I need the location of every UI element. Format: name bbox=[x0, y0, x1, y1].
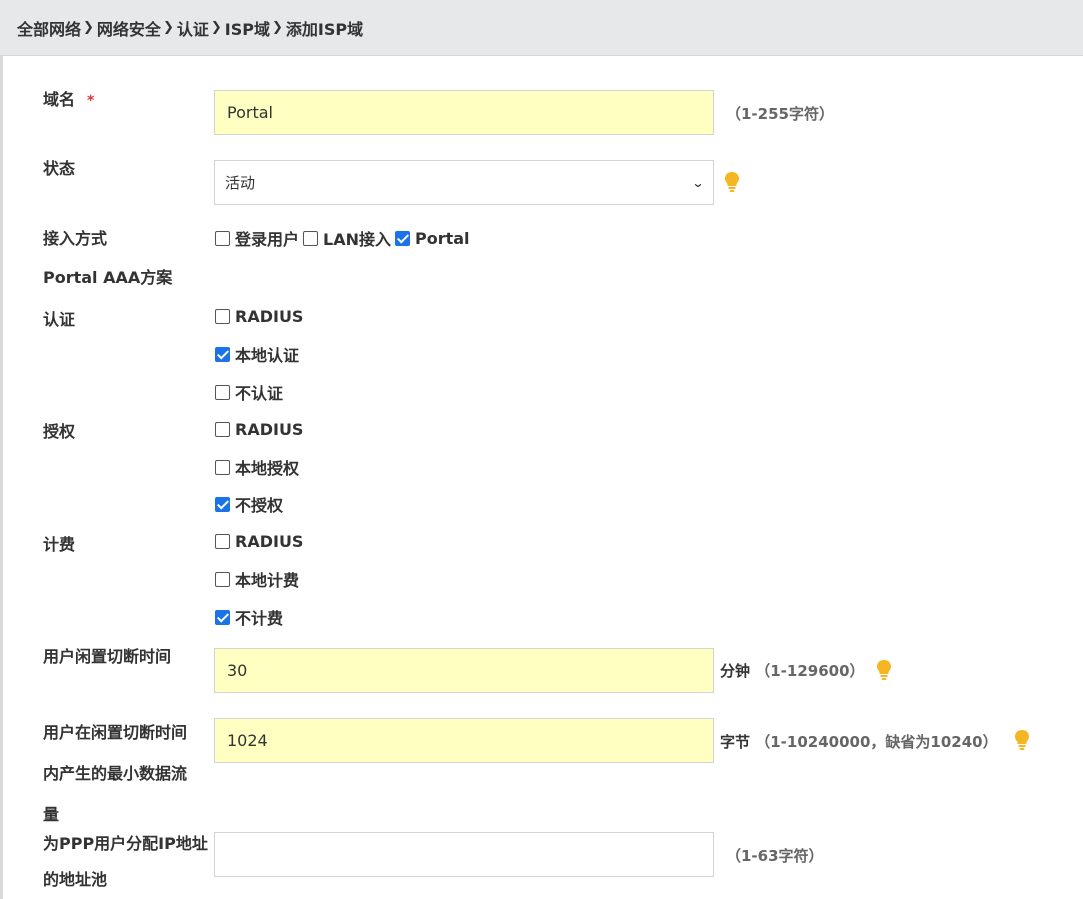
status-label: 状态 bbox=[43, 159, 76, 178]
idle-cut-time-unit: 分钟 bbox=[720, 662, 751, 680]
option-label: 不认证 bbox=[235, 384, 284, 403]
auth-local[interactable]: 本地认证 bbox=[215, 343, 299, 365]
checkbox[interactable] bbox=[215, 571, 230, 587]
access-method-portal[interactable]: Portal bbox=[395, 229, 470, 248]
lightbulb-icon[interactable] bbox=[877, 660, 891, 680]
option-label: LAN接入 bbox=[323, 230, 391, 249]
option-label: RADIUS bbox=[235, 306, 304, 326]
breadcrumb-item-add-isp-domain: 添加ISP域 bbox=[285, 19, 364, 39]
label-line: 的地址池 bbox=[43, 870, 108, 889]
access-method-label: 接入方式 bbox=[43, 229, 108, 248]
breadcrumb-item-all-network[interactable]: 全部网络 bbox=[17, 16, 81, 40]
checkbox[interactable] bbox=[215, 459, 230, 475]
domain-name-value: Portal bbox=[227, 103, 273, 122]
idle-min-traffic-value: 1024 bbox=[227, 731, 268, 750]
acct-local[interactable]: 本地计费 bbox=[215, 568, 299, 590]
option-label: 本地计费 bbox=[235, 571, 300, 590]
option-label: RADIUS bbox=[235, 531, 304, 551]
checkbox[interactable] bbox=[215, 230, 230, 246]
label-line: 用户在闲置切断时间 bbox=[43, 723, 188, 742]
checkbox[interactable] bbox=[215, 346, 230, 362]
label-line: 内产生的最小数据流 bbox=[43, 764, 188, 783]
access-method-login-user[interactable]: 登录用户 bbox=[215, 226, 299, 250]
chevron-right-icon: ❯ bbox=[162, 20, 174, 35]
domain-name-hint: （1-255字符） bbox=[726, 105, 834, 123]
access-method-lan[interactable]: LAN接入 bbox=[303, 226, 391, 250]
idle-cut-time-label: 用户闲置切断时间 bbox=[43, 647, 172, 666]
lightbulb-icon[interactable] bbox=[725, 172, 739, 192]
authz-radius[interactable]: RADIUS bbox=[215, 418, 303, 440]
idle-min-traffic-range: （1-10240000，缺省为10240） bbox=[755, 733, 998, 751]
option-label: Portal bbox=[415, 228, 470, 248]
acct-radius[interactable]: RADIUS bbox=[215, 530, 303, 552]
required-mark: * bbox=[87, 93, 95, 109]
checkbox[interactable] bbox=[215, 384, 230, 400]
chevron-down-icon: ⌄ bbox=[691, 175, 705, 190]
checkbox[interactable] bbox=[303, 230, 319, 246]
breadcrumb: 全部网络 ❯ 网络安全 ❯ 认证 ❯ ISP域 ❯ 添加ISP域 bbox=[0, 0, 1083, 56]
acct-none[interactable]: 不计费 bbox=[215, 606, 283, 628]
frame-border bbox=[0, 56, 3, 899]
accounting-label: 计费 bbox=[43, 535, 76, 554]
ppp-pool-input[interactable] bbox=[214, 832, 714, 877]
domain-name-label: 域名 * bbox=[43, 86, 94, 115]
access-method-options: 登录用户 LAN接入 Portal bbox=[215, 227, 474, 249]
chevron-right-icon: ❯ bbox=[210, 20, 222, 35]
domain-name-label-text: 域名 bbox=[43, 90, 76, 109]
ppp-pool-label: 为PPP用户分配IP地址 的地址池 bbox=[43, 826, 208, 898]
breadcrumb-item-isp-domain[interactable]: ISP域 bbox=[225, 16, 270, 40]
domain-name-input[interactable]: Portal bbox=[214, 90, 714, 135]
ppp-pool-hint: （1-63字符） bbox=[726, 847, 824, 865]
breadcrumb-item-authentication[interactable]: 认证 bbox=[177, 16, 209, 40]
checkbox[interactable] bbox=[215, 421, 230, 437]
breadcrumb-item-network-security[interactable]: 网络安全 bbox=[97, 16, 161, 40]
status-selected-value: 活动 bbox=[225, 174, 256, 192]
authz-local[interactable]: 本地授权 bbox=[215, 456, 299, 478]
idle-cut-time-input[interactable]: 30 bbox=[214, 648, 714, 693]
idle-cut-time-hint: 分钟 （1-129600） bbox=[720, 660, 865, 681]
option-label: 不计费 bbox=[235, 609, 284, 628]
lightbulb-icon[interactable] bbox=[1015, 730, 1029, 750]
option-label: 本地授权 bbox=[235, 459, 300, 478]
option-label: 本地认证 bbox=[235, 346, 300, 365]
idle-min-traffic-unit: 字节 bbox=[720, 733, 751, 751]
label-line: 为PPP用户分配IP地址 bbox=[43, 834, 208, 853]
idle-min-traffic-input[interactable]: 1024 bbox=[214, 718, 714, 763]
idle-min-traffic-hint: 字节 （1-10240000，缺省为10240） bbox=[720, 731, 998, 752]
chevron-right-icon: ❯ bbox=[83, 20, 94, 35]
idle-min-traffic-label: 用户在闲置切断时间 内产生的最小数据流 量 bbox=[43, 712, 187, 835]
option-label: RADIUS bbox=[235, 419, 304, 439]
portal-aaa-label: Portal AAA方案 bbox=[43, 268, 173, 287]
option-label: 不授权 bbox=[235, 496, 284, 515]
idle-cut-time-range: （1-129600） bbox=[755, 662, 865, 680]
checkbox[interactable] bbox=[215, 308, 230, 324]
authentication-label: 认证 bbox=[43, 310, 76, 329]
checkbox[interactable] bbox=[215, 609, 230, 625]
auth-none[interactable]: 不认证 bbox=[215, 381, 283, 403]
chevron-right-icon: ❯ bbox=[271, 20, 283, 35]
idle-cut-time-value: 30 bbox=[227, 661, 248, 680]
checkbox[interactable] bbox=[215, 496, 230, 512]
option-label: 登录用户 bbox=[235, 230, 300, 249]
authorization-label: 授权 bbox=[43, 422, 76, 441]
checkbox[interactable] bbox=[215, 533, 230, 549]
status-select[interactable]: 活动 ⌄ bbox=[214, 160, 714, 205]
auth-radius[interactable]: RADIUS bbox=[215, 305, 303, 327]
checkbox[interactable] bbox=[395, 230, 410, 246]
authz-none[interactable]: 不授权 bbox=[215, 493, 283, 515]
